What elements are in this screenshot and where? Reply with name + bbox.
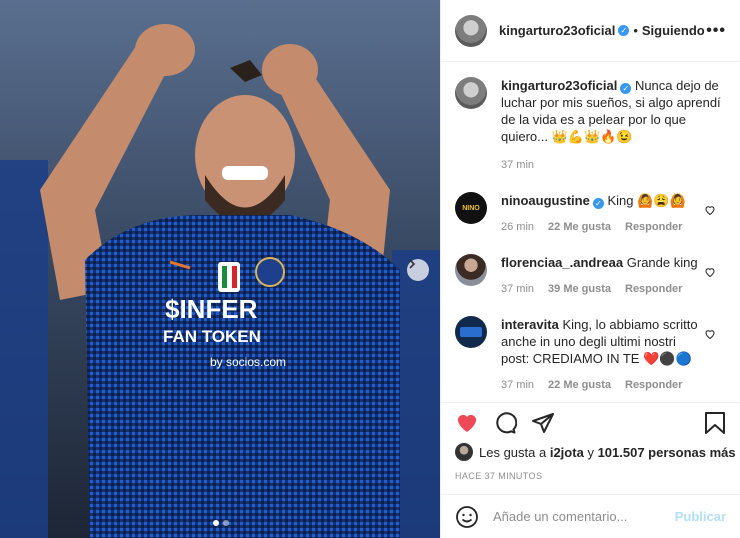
comment-likes[interactable]: 22 Me gusta [548,377,611,394]
post-photo[interactable]: $INFER FAN TOKEN by socios.com [0,0,440,538]
reply-button[interactable]: Responder [625,219,682,236]
publish-button[interactable]: Publicar [675,509,726,524]
bookmark-icon[interactable] [704,411,726,435]
comment-item: florenciaa_.andreaa Grande king 37 min 3… [455,254,726,298]
author-avatar[interactable] [455,14,487,47]
verified-icon: ✓ [618,25,630,36]
chevron-right-icon [409,259,416,269]
comment-item: interavita King, lo abbiamo scritto anch… [455,316,726,394]
verified-icon: ✓ [592,198,604,209]
comment-time[interactable]: 37 min [501,281,534,298]
likes-count[interactable]: 101.507 personas más [598,445,736,460]
comment-time[interactable]: 26 min [501,219,534,236]
liker-avatar[interactable] [455,443,473,461]
commenter-username[interactable]: florenciaa_.andreaa [501,255,623,270]
heart-outline-icon[interactable] [704,328,716,340]
heart-outline-icon[interactable] [704,266,716,278]
likes-joiner: y [587,444,594,460]
reply-button[interactable]: Responder [625,281,682,298]
comment-text: King 🙆😩🙆 [607,193,686,208]
commenter-avatar[interactable]: NINO [455,192,487,224]
carousel-dot-active [213,520,219,526]
comment-time[interactable]: 37 min [501,377,534,394]
commenter-username[interactable]: interavita [501,317,559,332]
likes-summary: Les gusta a i2jota y 101.507 personas má… [455,443,736,461]
comment-likes[interactable]: 39 Me gusta [548,281,611,298]
post-timestamp[interactable]: HACE 37 MINUTOS [455,471,542,481]
verified-icon: ✓ [620,83,632,94]
next-photo-button[interactable] [407,259,429,281]
jersey-sponsor: $INFER [165,294,258,324]
jersey-line3: by socios.com [210,355,286,369]
separator-dot: • [633,23,638,38]
post-panel: kingarturo23oficial ✓ • Siguiendo ••• ki… [440,0,740,538]
post-header: kingarturo23oficial ✓ • Siguiendo ••• [441,0,740,62]
author-avatar[interactable] [455,77,487,109]
commenter-avatar[interactable] [455,254,487,286]
following-button[interactable]: Siguiendo [642,23,705,38]
carousel-dots [213,520,229,526]
caption-time[interactable]: 37 min [501,157,534,174]
more-options-icon[interactable]: ••• [706,22,726,40]
comment-composer: Publicar [441,494,740,538]
comments-list[interactable]: kingarturo23oficial ✓ Nunca dejo de lucha… [441,63,740,403]
caption: kingarturo23oficial ✓ Nunca dejo de lucha… [455,77,726,174]
comment-input[interactable] [491,508,675,525]
carousel-dot [223,520,229,526]
share-icon[interactable] [531,411,555,435]
emoji-icon[interactable] [455,505,479,529]
reply-button[interactable]: Responder [625,377,682,394]
comment-item: NINO ninoaugustine ✓ King 🙆😩🙆 26 min 22 M… [455,192,726,236]
photo-illustration: $INFER FAN TOKEN by socios.com [0,0,440,538]
caption-username[interactable]: kingarturo23oficial [501,78,617,93]
comment-icon[interactable] [493,411,517,435]
author-username[interactable]: kingarturo23oficial [499,23,615,38]
jersey-line2: FAN TOKEN [163,327,261,346]
comment-text: Grande king [626,255,698,270]
heart-outline-icon[interactable] [704,204,716,216]
heart-filled-icon[interactable] [455,411,479,435]
likes-user[interactable]: i2jota [550,445,584,460]
action-bar [441,402,740,442]
commenter-username[interactable]: ninoaugustine [501,193,590,208]
comment-likes[interactable]: 22 Me gusta [548,219,611,236]
commenter-avatar[interactable] [455,316,487,348]
likes-prefix: Les gusta a [479,444,547,460]
